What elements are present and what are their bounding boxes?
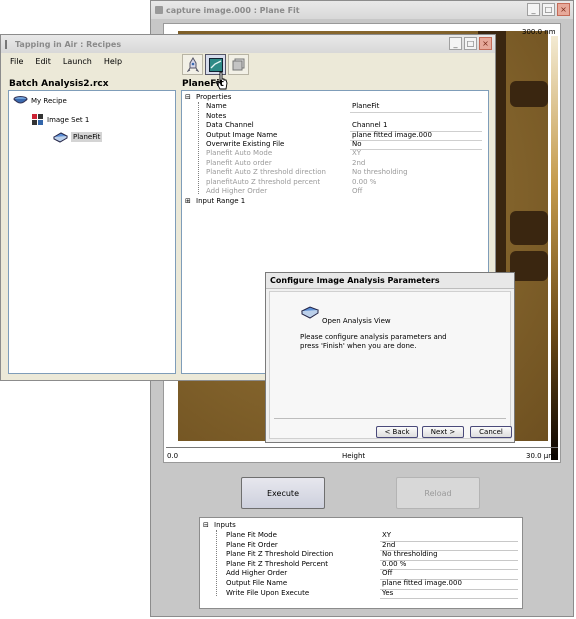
input-row[interactable]: Output File Name plane fitted image.000 [200,579,522,590]
property-value: 2nd [352,158,366,167]
app-icon [5,39,12,49]
property-row[interactable]: Output Image Name plane fitted image.000 [182,131,488,141]
close-button[interactable]: × [557,3,570,16]
color-scale-bar [551,36,558,460]
plane-fit-titlebar[interactable]: capture image.000 : Plane Fit _ □ × [151,1,573,19]
input-row[interactable]: Plane Fit Z Threshold Percent 0.00 % [200,560,522,571]
input-row[interactable]: Add Higher Order Off [200,569,522,580]
property-row: Add Higher Order Off [182,187,488,196]
dialog-separator [274,418,506,419]
dialog-message-line2: press 'Finish' when you are done. [300,342,417,350]
dialog-title[interactable]: Configure Image Analysis Parameters [266,273,514,289]
collapse-icon[interactable]: ⊟ [185,93,191,102]
properties-panel-title: PlaneFit [182,79,224,89]
menu-file[interactable]: File [10,57,23,66]
dialog-message-line1: Please configure analysis parameters and [300,333,447,341]
input-value[interactable]: Yes [380,589,518,600]
recipe-file-title: Batch Analysis2.rcx [9,79,109,89]
input-row[interactable]: Plane Fit Z Threshold Direction No thresh… [200,550,522,561]
inputs-header: Inputs [214,521,236,529]
x-axis-label: Height [342,452,366,460]
cancel-button[interactable]: Cancel [470,426,512,438]
open-analysis-view-option[interactable]: Open Analysis View [322,317,391,325]
rocket-icon [186,57,199,72]
property-row[interactable]: Name PlaneFit [182,102,488,113]
close-button[interactable]: × [479,37,492,50]
window-title: Tapping in Air : Recipes [15,39,122,49]
reload-button[interactable]: Reload [396,477,480,509]
property-value: Off [352,187,363,195]
image-stack-icon [232,58,245,71]
back-button[interactable]: < Back [376,426,418,438]
input-row[interactable]: Write File Upon Execute Yes [200,589,522,600]
input-range-node[interactable]: Input Range 1 [196,197,245,206]
expand-icon[interactable]: ⊞ [185,197,191,206]
property-value: XY [352,149,362,158]
property-row: Planefit Auto order 2nd [182,159,488,168]
execute-button[interactable]: Execute [241,477,325,509]
minimize-button[interactable]: _ [527,3,540,16]
property-value: No thresholding [352,168,408,177]
tree-item-planefit[interactable]: PlaneFit [53,131,103,143]
rocket-toolbar-button[interactable] [182,54,203,75]
properties-header: Properties [196,93,232,101]
window-title: capture image.000 : Plane Fit [166,5,300,15]
property-row[interactable]: Data Channel Channel 1 [182,121,488,132]
x-axis-line [166,447,558,448]
recipes-titlebar[interactable]: Tapping in Air : Recipes _ □ × [1,35,495,53]
colorbar-max-label: 300.0 nm [522,28,556,36]
image-toolbar-button[interactable] [228,54,249,75]
recipe-tree: My Recipe Image Set 1 PlaneFit [8,90,176,374]
maximize-button[interactable]: □ [464,37,477,50]
collapse-icon[interactable]: ⊟ [203,521,209,531]
property-row: Planefit Auto Mode XY [182,149,488,158]
property-row: planefitAuto Z threshold percent 0.00 % [182,178,488,187]
minimize-button[interactable]: _ [449,37,462,50]
image-set-icon [32,114,43,125]
property-value[interactable] [350,111,482,113]
property-row[interactable]: Overwrite Existing File No [182,140,488,151]
analysis-view-icon [301,306,319,319]
menu-help[interactable]: Help [104,57,122,66]
x-axis-start-label: 0.0 [167,452,179,460]
planefit-node-icon [53,132,68,143]
dialog-body: Open Analysis View Please configure anal… [269,291,511,439]
property-row[interactable]: Notes [182,111,488,121]
app-icon [155,6,163,14]
menu-edit[interactable]: Edit [35,57,51,66]
inputs-property-grid: ⊟ Inputs Plane Fit Mode XY Plane Fit Orde… [199,517,523,609]
input-row[interactable]: Plane Fit Mode XY [200,531,522,542]
property-value: 0.00 % [352,177,377,186]
configure-analysis-dialog: Configure Image Analysis Parameters Open… [265,272,515,443]
input-row[interactable]: Plane Fit Order 2nd [200,541,522,552]
maximize-button[interactable]: □ [542,3,555,16]
recipe-bowl-icon [13,96,28,104]
property-row: Planefit Auto Z threshold direction No th… [182,168,488,177]
menu-launch[interactable]: Launch [63,57,92,66]
next-button[interactable]: Next > [422,426,464,438]
tree-item-image-set[interactable]: Image Set 1 [31,113,89,126]
plane-fit-icon [208,57,223,72]
tree-item-my-recipe[interactable]: My Recipe [13,95,67,106]
x-axis-end-label: 30.0 µm [526,452,556,460]
